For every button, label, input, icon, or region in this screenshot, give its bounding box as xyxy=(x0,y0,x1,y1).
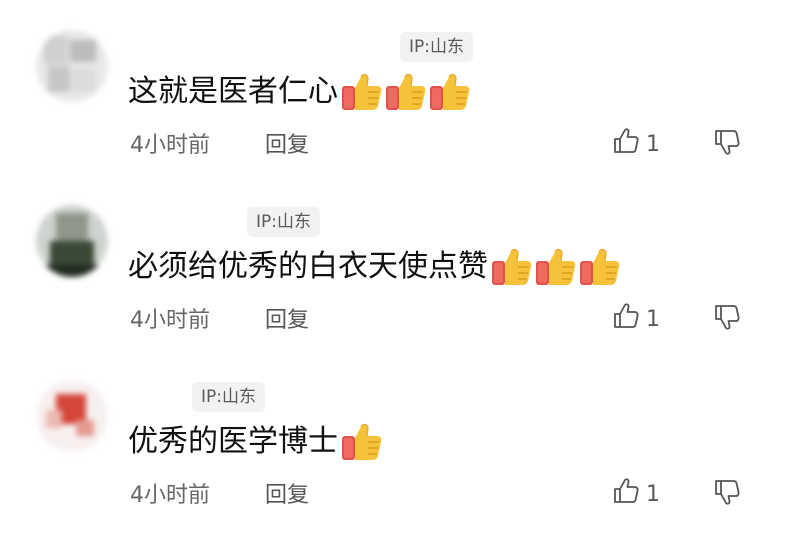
comment-item: IP:山东 优秀的医学博士 4小时前 回复 1 xyxy=(0,350,789,525)
thumbs-up-emoji xyxy=(578,247,622,287)
ip-location-badge: IP:山东 xyxy=(192,382,265,412)
comment-text-row: 这就是医者仁心 xyxy=(128,72,472,112)
comment-text: 这就是医者仁心 xyxy=(128,74,338,109)
comment-time: 4小时前 xyxy=(130,483,210,508)
ip-location-badge: IP:山东 xyxy=(247,207,320,237)
thumbs-up-emoji xyxy=(384,72,428,112)
thumb-down-outline-icon xyxy=(712,130,742,160)
dislike-button[interactable] xyxy=(712,301,742,331)
comment-text: 优秀的医学博士 xyxy=(128,424,338,459)
like-count: 1 xyxy=(646,131,660,157)
dislike-button[interactable] xyxy=(712,126,742,156)
thumbs-up-emoji-group xyxy=(340,422,384,462)
avatar[interactable] xyxy=(36,30,108,102)
thumb-down-outline-icon xyxy=(712,305,742,335)
avatar[interactable] xyxy=(36,205,108,277)
comment-text: 必须给优秀的白衣天使点赞 xyxy=(128,249,488,284)
thumb-up-outline-icon xyxy=(612,302,646,336)
ip-location-badge: IP:山东 xyxy=(400,32,473,62)
comment-time: 4小时前 xyxy=(130,133,210,158)
thumbs-up-emoji xyxy=(340,422,384,462)
thumb-down-outline-icon xyxy=(712,480,742,510)
comment-time: 4小时前 xyxy=(130,308,210,333)
like-button[interactable]: 1 xyxy=(612,127,660,161)
thumbs-up-emoji-group xyxy=(490,247,622,287)
comment-text-row: 必须给优秀的白衣天使点赞 xyxy=(128,247,622,287)
thumbs-up-emoji xyxy=(490,247,534,287)
reply-button[interactable]: 回复 xyxy=(265,477,309,509)
like-count: 1 xyxy=(646,481,660,507)
like-button[interactable]: 1 xyxy=(612,477,660,511)
thumbs-up-emoji-group xyxy=(340,72,472,112)
thumb-up-outline-icon xyxy=(612,127,646,161)
comment-item: IP:山东 必须给优秀的白衣天使点赞 4小时前 回复 1 xyxy=(0,175,789,350)
dislike-button[interactable] xyxy=(712,476,742,506)
reply-button[interactable]: 回复 xyxy=(265,302,309,334)
thumbs-up-emoji xyxy=(534,247,578,287)
avatar[interactable] xyxy=(36,380,108,452)
like-button[interactable]: 1 xyxy=(612,302,660,336)
comment-item: IP:山东 这就是医者仁心 4小时前 回复 1 xyxy=(0,0,789,175)
reply-button[interactable]: 回复 xyxy=(265,127,309,159)
thumbs-up-emoji xyxy=(428,72,472,112)
like-count: 1 xyxy=(646,306,660,332)
thumbs-up-emoji xyxy=(340,72,384,112)
thumb-up-outline-icon xyxy=(612,477,646,511)
comment-text-row: 优秀的医学博士 xyxy=(128,422,384,462)
